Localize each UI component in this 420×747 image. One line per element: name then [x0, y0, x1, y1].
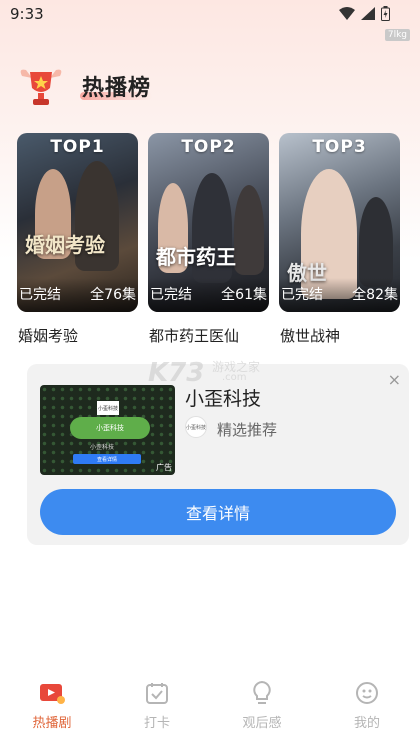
tab-reviews[interactable]: 观后感	[232, 680, 292, 734]
lightbulb-icon	[249, 680, 275, 706]
drama-poster[interactable]: TOP3 傲世 已完结 全82集	[279, 133, 400, 312]
close-icon[interactable]: ×	[388, 370, 401, 389]
trophy-icon	[20, 69, 62, 105]
tab-label: 热播剧	[32, 716, 72, 731]
episode-count: 全82集	[352, 287, 398, 303]
thumbnail-button: 查看详情	[73, 454, 141, 464]
status-bar: 9:33 7lkg	[0, 0, 420, 41]
tv-play-icon	[39, 680, 65, 706]
view-details-button[interactable]: 查看详情	[40, 489, 396, 535]
site-watermark: K73 游戏之家 .com	[148, 358, 278, 394]
corner-watermark-tag: 7lkg	[384, 29, 410, 41]
status-time: 9:33	[10, 5, 44, 23]
rank-badge: TOP1	[50, 137, 105, 157]
completion-status: 已完结	[150, 287, 192, 303]
bottom-tab-bar: 热播剧 打卡 观后感 我的	[0, 672, 420, 747]
completion-status: 已完结	[19, 287, 61, 303]
rank-card-top1[interactable]: TOP1 婚姻考验 已完结 全76集 婚姻考验	[17, 133, 138, 345]
poster-figure	[234, 185, 264, 275]
signal-icon	[361, 7, 375, 20]
ad-thumbnail[interactable]: 小歪科技 小歪科技 小歪科技 查看详情 广告	[40, 385, 175, 475]
poster-figure	[359, 197, 393, 287]
thumbnail-logo: 小歪科技	[97, 401, 119, 415]
ranking-list: TOP1 婚姻考验 已完结 全76集 婚姻考验 TOP2 都市药王 已完结 全6…	[17, 133, 407, 353]
rank-badge: TOP2	[181, 137, 236, 157]
poster-title-art: 婚姻考验	[25, 233, 105, 257]
advertiser-logo: 小歪科技	[185, 416, 207, 438]
thumbnail-subtext: 小歪科技	[90, 444, 115, 451]
tab-label: 观后感	[242, 716, 282, 731]
watermark-logo: K73	[148, 358, 205, 388]
completion-status: 已完结	[281, 287, 323, 303]
tab-label: 打卡	[143, 716, 170, 731]
episode-count: 全61集	[221, 287, 267, 303]
drama-title[interactable]: 都市药王医仙	[149, 325, 239, 346]
rank-card-top2[interactable]: TOP2 都市药王 已完结 全61集 都市药王医仙	[148, 133, 269, 345]
episode-count: 全76集	[90, 287, 136, 303]
ad-tag: 广告	[156, 463, 172, 472]
tab-hot-dramas[interactable]: 热播剧	[22, 680, 82, 734]
drama-title[interactable]: 傲世战神	[280, 325, 340, 346]
page-title: 热播榜	[82, 76, 152, 101]
rank-badge: TOP3	[312, 137, 367, 157]
tab-check-in[interactable]: 打卡	[127, 680, 187, 734]
wifi-icon	[339, 7, 355, 20]
tab-profile[interactable]: 我的	[337, 680, 397, 734]
rank-card-top3[interactable]: TOP3 傲世 已完结 全82集 傲世战神	[279, 133, 400, 345]
ad-subtitle: 精选推荐	[217, 421, 278, 439]
tab-label: 我的	[353, 716, 380, 731]
drama-poster[interactable]: TOP1 婚姻考验 已完结 全76集	[17, 133, 138, 312]
watermark-domain: .com	[222, 372, 247, 383]
drama-title[interactable]: 婚姻考验	[18, 325, 78, 346]
drama-poster[interactable]: TOP2 都市药王 已完结 全61集	[148, 133, 269, 312]
battery-icon	[381, 6, 390, 21]
page-header: 热播榜	[18, 62, 318, 112]
smiley-face-icon	[354, 680, 380, 706]
thumbnail-panel: 小歪科技	[70, 417, 150, 439]
status-icons	[339, 6, 390, 21]
poster-title-art: 都市药王	[156, 245, 236, 269]
calendar-check-icon	[144, 680, 170, 706]
